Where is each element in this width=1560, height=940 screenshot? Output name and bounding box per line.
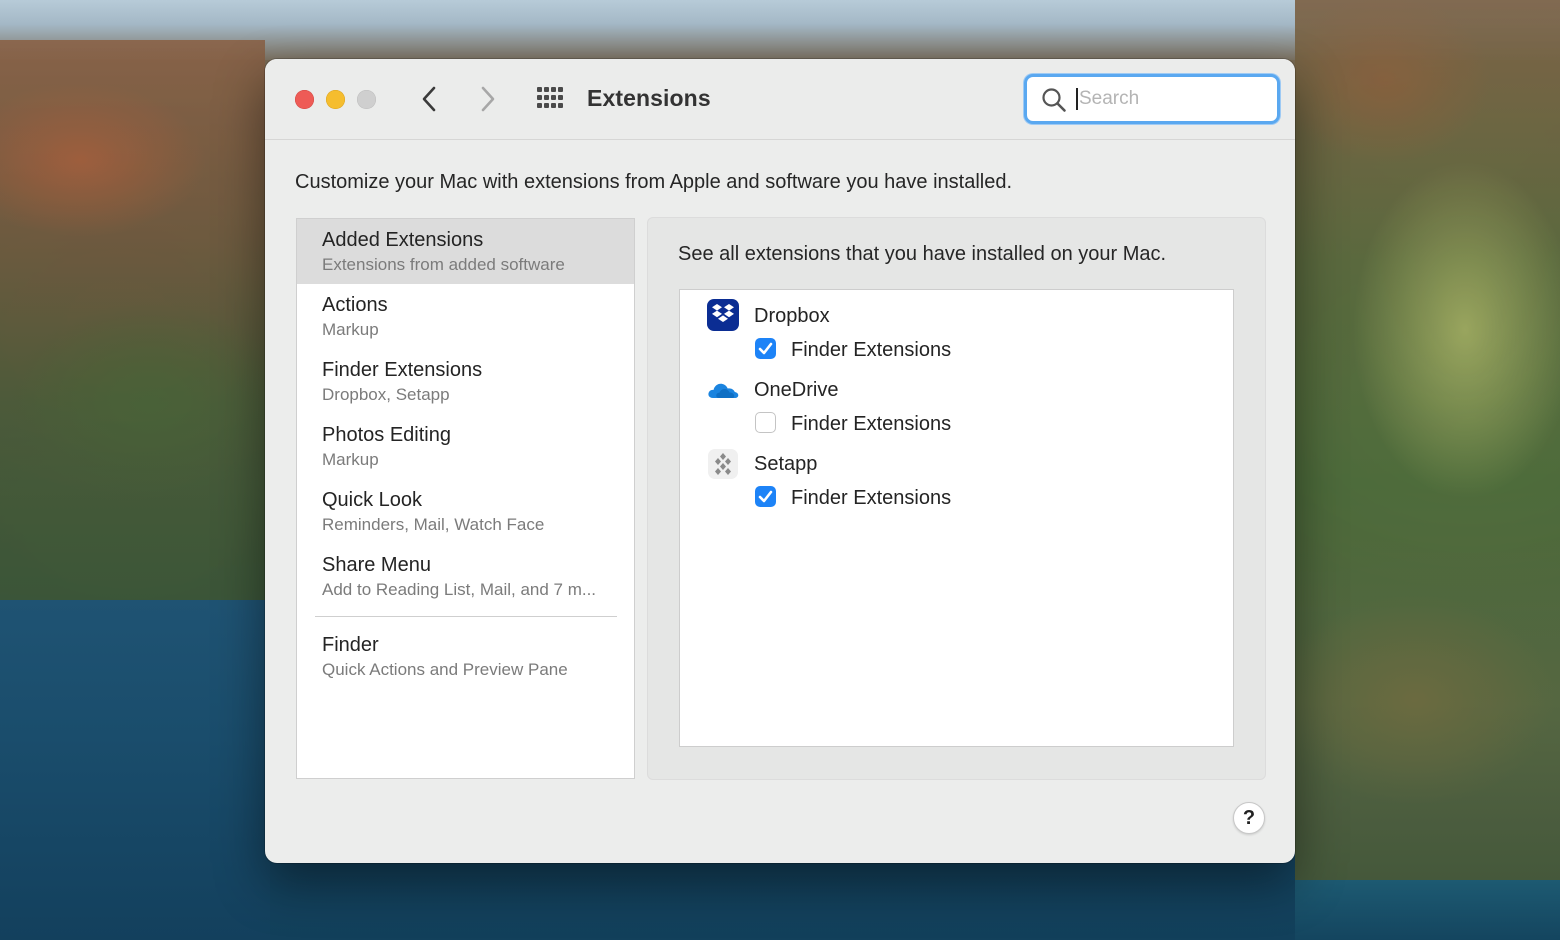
grid-icon (558, 87, 563, 92)
grid-icon (537, 95, 542, 100)
grid-icon (544, 87, 549, 92)
grid-icon (558, 95, 563, 100)
onedrive-icon (708, 383, 739, 398)
wallpaper-left-sea (0, 600, 270, 940)
app-name-setapp: Setapp (754, 453, 818, 475)
sidebar-item-subtitle: Dropbox, Setapp (322, 385, 450, 404)
sidebar-divider (315, 616, 617, 617)
sidebar-item-subtitle: Quick Actions and Preview Pane (322, 660, 568, 679)
checkmark-icon (758, 342, 773, 355)
onedrive-finder-extensions-label[interactable]: Finder Extensions (791, 413, 951, 436)
grid-icon (551, 87, 556, 92)
chevron-left-icon (422, 86, 436, 112)
title-bar: Extensions (265, 59, 1295, 140)
grid-icon (551, 95, 556, 100)
minimize-button[interactable] (326, 90, 345, 109)
wallpaper-right-hills (1295, 0, 1560, 880)
close-button[interactable] (295, 90, 314, 109)
extensions-window: Extensions Customize your Mac with exten… (265, 59, 1295, 863)
grid-icon (558, 103, 563, 108)
show-all-button[interactable] (535, 87, 565, 111)
sidebar-item-quick-look[interactable]: Quick Look Reminders, Mail, Watch Face (297, 479, 634, 544)
help-button[interactable]: ? (1233, 802, 1265, 834)
dropbox-finder-extensions-label[interactable]: Finder Extensions (791, 339, 951, 362)
setapp-finder-extensions-label[interactable]: Finder Extensions (791, 487, 951, 510)
sidebar-item-title: Quick Look (322, 489, 423, 511)
chevron-right-icon (481, 86, 495, 112)
app-name-dropbox: Dropbox (754, 305, 830, 327)
grid-icon (544, 103, 549, 108)
grid-icon (544, 95, 549, 100)
dropbox-finder-extensions-checkbox[interactable] (755, 338, 776, 359)
detail-panel: See all extensions that you have install… (647, 217, 1266, 780)
window-title: Extensions (587, 85, 711, 111)
back-button[interactable] (415, 83, 445, 115)
search-input[interactable] (1077, 83, 1271, 115)
app-name-onedrive: OneDrive (754, 379, 839, 401)
sidebar-item-title: Finder Extensions (322, 359, 483, 381)
category-list: Added Extensions Extensions from added s… (296, 218, 635, 779)
sidebar-item-added-extensions[interactable]: Added Extensions Extensions from added s… (297, 219, 634, 284)
search-field[interactable] (1024, 74, 1280, 124)
extension-list: Dropbox Finder Extensions OneDrive Finde… (679, 289, 1234, 747)
sidebar-item-title: Share Menu (322, 554, 431, 576)
sidebar-item-subtitle: Add to Reading List, Mail, and 7 m... (322, 580, 597, 599)
dropbox-icon (707, 299, 739, 331)
sidebar-item-title: Added Extensions (322, 229, 484, 251)
detail-description: See all extensions that you have install… (678, 243, 1167, 265)
setapp-finder-extensions-checkbox[interactable] (755, 486, 776, 507)
sidebar-item-subtitle: Markup (322, 450, 379, 469)
sidebar-item-subtitle: Markup (322, 320, 379, 339)
grid-icon (537, 87, 542, 92)
search-icon (1042, 88, 1066, 112)
sidebar-item-subtitle: Reminders, Mail, Watch Face (322, 515, 545, 534)
sidebar-item-photos-editing[interactable]: Photos Editing Markup (297, 414, 634, 479)
grid-icon (551, 103, 556, 108)
setapp-icon (708, 449, 738, 479)
sidebar-item-actions[interactable]: Actions Markup (297, 284, 634, 349)
checkmark-icon (758, 490, 773, 503)
sidebar-item-title: Actions (322, 294, 388, 316)
forward-button[interactable] (472, 83, 502, 115)
sidebar-item-title: Photos Editing (322, 424, 451, 446)
sidebar-item-finder[interactable]: Finder Quick Actions and Preview Pane (297, 624, 634, 689)
zoom-button (357, 90, 376, 109)
sidebar-item-share-menu[interactable]: Share Menu Add to Reading List, Mail, an… (297, 544, 634, 609)
wallpaper-left-hills (0, 40, 265, 600)
onedrive-finder-extensions-checkbox[interactable] (755, 412, 776, 433)
wallpaper-right-sea (1295, 880, 1560, 940)
sidebar-item-title: Finder (322, 634, 379, 656)
sidebar-item-subtitle: Extensions from added software (322, 255, 565, 274)
intro-text: Customize your Mac with extensions from … (295, 171, 1013, 193)
grid-icon (537, 103, 542, 108)
sidebar-item-finder-extensions[interactable]: Finder Extensions Dropbox, Setapp (297, 349, 634, 414)
